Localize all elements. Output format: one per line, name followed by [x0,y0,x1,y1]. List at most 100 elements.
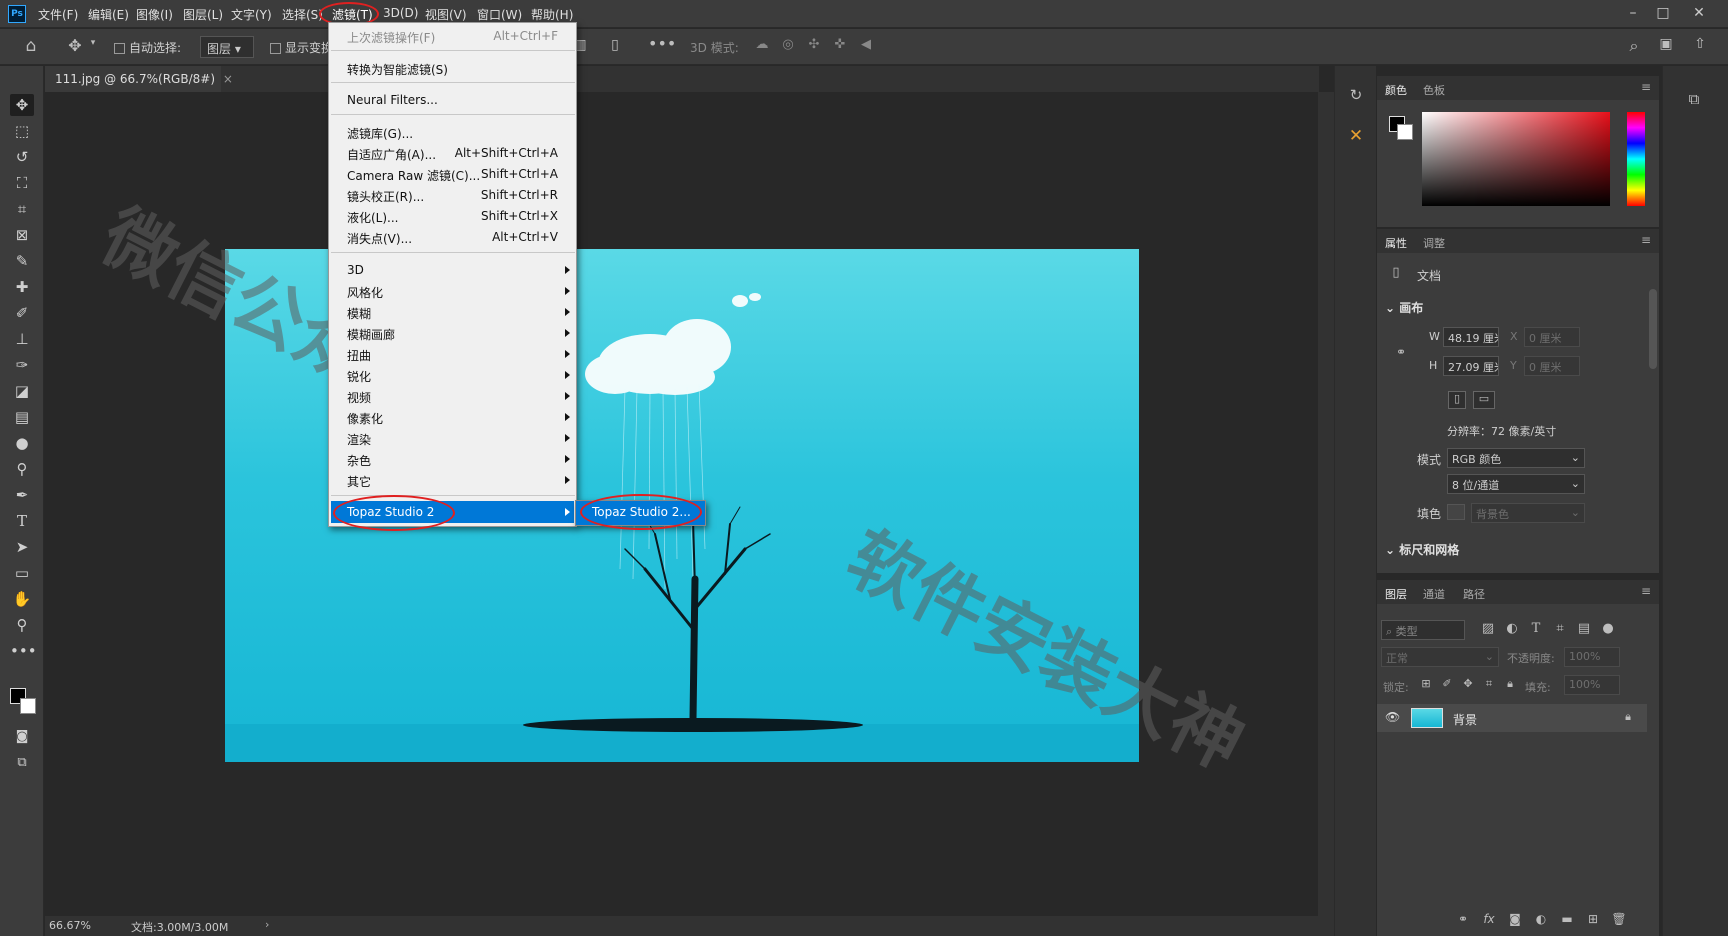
move-tool-icon[interactable]: ✥ [64,36,86,55]
menu-view[interactable]: 视图(V) [425,6,467,23]
healing-brush-tool-icon[interactable]: ✚ [10,276,34,298]
lock-pixels-icon[interactable]: ✐ [1440,677,1454,690]
lasso-tool-icon[interactable]: ↺ [10,146,34,168]
tools-crossed-icon[interactable]: ✕ [1345,126,1367,146]
add-mask-icon[interactable]: ◙ [1507,912,1523,926]
menu-type[interactable]: 文字(Y) [231,6,272,23]
tab-layers[interactable]: 图层 [1385,586,1407,602]
hand-tool-icon[interactable]: ✋ [10,588,34,610]
type-tool-icon[interactable]: T [10,510,34,532]
new-group-icon[interactable]: ▬ [1559,912,1575,926]
submenu-distort[interactable]: 扭曲 [347,347,371,364]
bit-depth-dropdown[interactable]: 8 位/通道 ⌄ [1447,474,1585,494]
menu-select[interactable]: 选择(S) [282,6,323,23]
crop-tool-icon[interactable]: ⌗ [10,198,34,220]
submenu-sharpen[interactable]: 锐化 [347,368,371,385]
auto-select-target-dropdown[interactable]: 图层 ▾ [200,36,254,58]
menu-file[interactable]: 文件(F) [38,6,78,23]
menu-layer[interactable]: 图层(L) [183,6,223,23]
rulers-grids-section-header[interactable]: ⌄ 标尺和网格 [1385,541,1459,558]
pen-tool-icon[interactable]: ✒ [10,484,34,506]
submenu-blur-gallery[interactable]: 模糊画廊 [347,326,395,343]
eye-visibility-icon[interactable]: 👁︎ [1385,710,1400,724]
document-tab[interactable]: 111.jpg @ 66.7%(RGB/8#) × [45,66,233,92]
y-field[interactable]: 0 厘米 [1524,356,1580,376]
panel-menu-icon[interactable]: ≡ [1641,584,1651,598]
hue-slider[interactable] [1627,112,1645,206]
roll-3d-icon[interactable]: ◎ [778,37,798,52]
eraser-tool-icon[interactable]: ◪ [10,380,34,402]
close-icon[interactable]: ✕ [1686,4,1712,22]
menu-image[interactable]: 图像(I) [136,6,173,23]
pan-3d-icon[interactable]: ✣ [804,37,824,52]
libraries-panel-icon[interactable]: ⧉ [1683,90,1705,108]
orbit-3d-icon[interactable]: ☁ [752,37,772,52]
menu-3d[interactable]: 3D(D) [383,6,418,20]
menu-item-convert-smart[interactable]: 转换为智能滤镜(S) [347,61,448,78]
submenu-3d[interactable]: 3D [347,263,364,277]
submenu-noise[interactable]: 杂色 [347,452,371,469]
lock-position-icon[interactable]: ✥ [1461,677,1475,690]
close-tab-icon[interactable]: × [223,72,233,86]
object-select-tool-icon[interactable]: ⛶ [10,172,34,194]
fill-color-swatch[interactable] [1447,504,1465,520]
quick-mask-icon[interactable]: ◙ [10,726,34,748]
menu-item-camera-raw[interactable]: Camera Raw 滤镜(C)... [347,167,480,184]
dodge-tool-icon[interactable]: ⚲ [10,458,34,480]
menu-item-neural-filters[interactable]: Neural Filters... [347,93,438,107]
path-select-tool-icon[interactable]: ➤ [10,536,34,558]
filter-pixel-icon[interactable]: ▨ [1480,621,1496,636]
tab-channels[interactable]: 通道 [1423,586,1445,602]
home-icon[interactable]: ⌂ [20,36,42,56]
lock-artboard-icon[interactable]: ⌗ [1482,677,1496,691]
background-color-swatch[interactable] [20,698,36,714]
submenu-other[interactable]: 其它 [347,473,371,490]
frame-tool-icon[interactable]: ⊠ [10,224,34,246]
history-brush-tool-icon[interactable]: ✑ [10,354,34,376]
brush-tool-icon[interactable]: ✐ [10,302,34,324]
rectangle-tool-icon[interactable]: ▭ [10,562,34,584]
link-layers-icon[interactable]: ⚭ [1455,912,1471,926]
new-layer-icon[interactable]: ⊞ [1585,912,1601,926]
tab-color[interactable]: 颜色 [1385,82,1407,98]
blur-tool-icon[interactable]: ● [10,432,34,454]
zoom-level[interactable]: 66.67% [49,919,91,932]
panel-menu-icon[interactable]: ≡ [1641,233,1651,247]
new-adjustment-icon[interactable]: ◐ [1533,912,1549,926]
layer-row[interactable]: 👁︎ 背景 🔒︎ [1377,704,1647,732]
move-tool-icon[interactable]: ✥ [10,94,34,116]
filter-type-icon[interactable]: T [1528,621,1544,636]
layer-filter-dropdown[interactable]: ⌕ 类型 [1381,620,1465,640]
slide-3d-icon[interactable]: ✜ [830,37,850,52]
marquee-tool-icon[interactable]: ⬚ [10,120,34,142]
more-options-icon[interactable]: ••• [648,34,676,53]
submenu-pixelate[interactable]: 像素化 [347,410,383,427]
background-color-chip[interactable] [1397,124,1413,140]
menu-item-filter-gallery[interactable]: 滤镜库(G)... [347,125,413,142]
scale-3d-icon[interactable]: ◀ [856,37,876,52]
submenu-render[interactable]: 渲染 [347,431,371,448]
auto-select-checkbox[interactable]: 自动选择: [114,39,181,56]
tab-properties[interactable]: 属性 [1385,235,1407,251]
filter-smart-object-icon[interactable]: ▤ [1576,621,1592,636]
vertical-scrollbar[interactable] [1318,92,1334,916]
height-field[interactable]: 27.09 厘米 [1443,356,1499,376]
lock-all-icon[interactable]: 🔒︎ [1503,677,1517,691]
panel-menu-icon[interactable]: ≡ [1641,80,1651,94]
width-field[interactable]: 48.19 厘米 [1443,327,1499,347]
tab-paths[interactable]: 路径 [1463,586,1485,602]
fx-icon[interactable]: fx [1481,912,1497,926]
screen-mode-icon[interactable]: ⧉ [10,752,34,774]
menu-window[interactable]: 窗口(W) [477,6,522,23]
landscape-orientation-icon[interactable]: ▭ [1473,391,1495,409]
blend-mode-dropdown[interactable]: 正常 ⌄ [1381,647,1499,667]
portrait-orientation-icon[interactable]: ▯ [1448,391,1466,409]
history-panel-icon[interactable]: ↻ [1345,86,1367,104]
chevron-right-icon[interactable]: › [265,918,269,931]
menu-item-adaptive-wide-angle[interactable]: 自适应广角(A)... [347,146,436,163]
chevron-down-icon[interactable]: ▾ [88,38,98,48]
menu-edit[interactable]: 编辑(E) [88,6,129,23]
filter-shape-icon[interactable]: ⌗ [1552,621,1568,636]
properties-scrollbar[interactable] [1649,289,1657,369]
submenu-video[interactable]: 视频 [347,389,371,406]
